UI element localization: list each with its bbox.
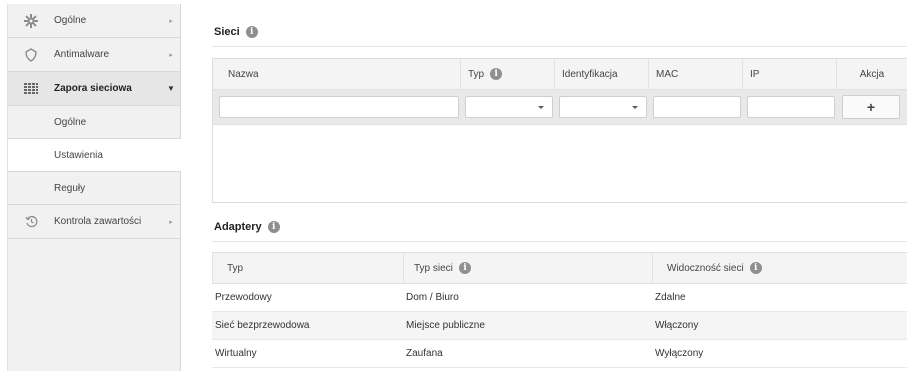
table-row[interactable]: Sieć bezprzewodowa Miejsce publiczne Włą… — [212, 312, 907, 340]
column-header-ip: IP — [743, 59, 837, 89]
column-header-name: Nazwa — [213, 59, 461, 89]
sidebar-subitem-general[interactable]: Ogólne — [8, 106, 180, 139]
chevron-down-icon — [632, 106, 638, 109]
adapters-title: Adaptery — [214, 221, 262, 233]
table-row[interactable]: Przewodowy Dom / Biuro Zdalne — [212, 284, 907, 312]
info-icon[interactable]: i — [267, 221, 280, 233]
sidebar: Ogólne ▸ Antimalware ▸ Zapora sieciowa ▼… — [7, 4, 181, 371]
network-mac-input[interactable] — [653, 96, 741, 118]
column-header-action: Akcja — [859, 68, 885, 80]
networks-section-title: Sieci i — [214, 26, 258, 38]
network-ip-input[interactable] — [747, 96, 835, 118]
sidebar-item-antimalware[interactable]: Antimalware ▸ — [8, 38, 180, 72]
column-header-network-type: Typ sieci i — [404, 253, 653, 283]
chevron-down-icon: ▼ — [167, 84, 175, 93]
network-type-cell: Zaufana — [406, 348, 443, 359]
shield-icon — [8, 47, 54, 62]
sidebar-item-label: Antimalware — [54, 49, 110, 60]
sidebar-item-label: Ogólne — [54, 15, 87, 26]
firewall-grid-icon — [8, 82, 54, 95]
column-header-mac: MAC — [649, 59, 743, 89]
chevron-right-icon: ▸ — [169, 218, 173, 226]
adapters-table: Typ Typ sieci i Widoczność sieci i Przewod… — [212, 252, 907, 368]
info-icon[interactable]: i — [749, 262, 762, 274]
table-row[interactable]: Wirtualny Zaufana Wyłączony — [212, 340, 907, 368]
column-header-type: Typ — [213, 253, 404, 283]
network-visibility-cell: Włączony — [655, 320, 699, 331]
sidebar-item-label: Zapora sieciowa — [54, 83, 132, 94]
chevron-down-icon — [538, 106, 544, 109]
info-icon[interactable]: i — [245, 26, 258, 38]
sidebar-item-general[interactable]: Ogólne ▸ — [8, 4, 180, 38]
column-header-network-visibility: Widoczność sieci i — [653, 253, 907, 283]
sidebar-item-firewall[interactable]: Zapora sieciowa ▼ — [8, 72, 180, 106]
networks-title: Sieci — [214, 26, 240, 38]
sidebar-item-label: Kontrola zawartości — [54, 216, 142, 227]
sidebar-subitem-settings[interactable]: Ustawienia — [8, 139, 181, 172]
network-type-cell: Dom / Biuro — [406, 292, 459, 303]
network-visibility-cell: Zdalne — [655, 292, 686, 303]
adapter-type-cell: Wirtualny — [215, 348, 257, 359]
network-type-select[interactable] — [465, 96, 553, 118]
info-icon[interactable]: i — [490, 68, 503, 80]
adapters-section-title: Adaptery i — [214, 221, 280, 233]
gear-icon — [8, 13, 54, 28]
divider — [212, 46, 907, 47]
add-network-button[interactable]: + — [842, 95, 900, 119]
adapters-table-header: Typ Typ sieci i Widoczność sieci i — [212, 252, 907, 284]
history-icon — [8, 215, 54, 228]
sidebar-subitem-rules[interactable]: Reguły — [8, 172, 180, 205]
networks-table: Nazwa Typ i Identyfikacja MAC IP Akcja + — [212, 58, 907, 203]
chevron-right-icon: ▸ — [169, 17, 173, 25]
adapter-type-cell: Sieć bezprzewodowa — [215, 320, 310, 331]
divider — [212, 241, 907, 242]
network-name-input[interactable] — [219, 96, 459, 118]
adapter-type-cell: Przewodowy — [215, 292, 272, 303]
network-visibility-cell: Wyłączony — [655, 348, 704, 359]
network-type-cell: Miejsce publiczne — [406, 320, 485, 331]
sidebar-item-content-control[interactable]: Kontrola zawartości ▸ — [8, 205, 180, 239]
info-icon[interactable]: i — [458, 262, 471, 274]
network-identification-select[interactable] — [559, 96, 647, 118]
networks-table-header: Nazwa Typ i Identyfikacja MAC IP Akcja — [213, 59, 907, 90]
chevron-right-icon: ▸ — [169, 51, 173, 59]
column-header-identification: Identyfikacja — [555, 59, 649, 89]
column-header-type: Typ i — [461, 59, 555, 89]
networks-input-row: + — [213, 90, 907, 125]
plus-icon: + — [866, 99, 876, 115]
